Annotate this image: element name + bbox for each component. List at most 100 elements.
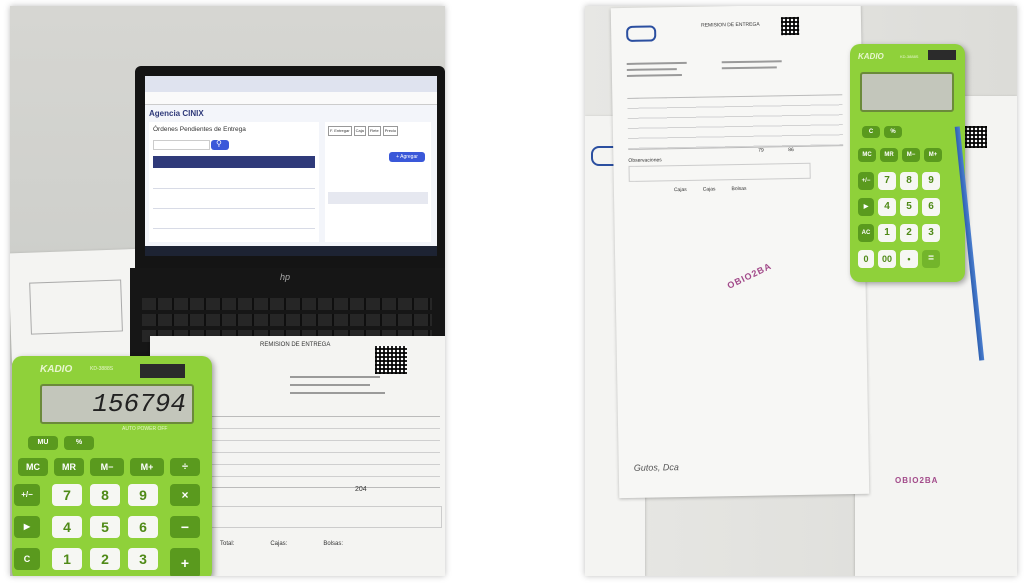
keyboard-row xyxy=(142,314,432,326)
key-m-minus[interactable]: M− xyxy=(90,458,124,476)
footer-fields: Cajas Cajas Bolsas xyxy=(674,186,747,193)
stamp: OBIO2BA xyxy=(895,476,939,485)
qr-code xyxy=(965,126,987,148)
key-clear[interactable]: C xyxy=(14,548,40,570)
app-title: Agencia CINIX xyxy=(149,109,204,118)
key-mc[interactable]: MC xyxy=(18,458,48,476)
add-button[interactable]: + Agregar xyxy=(389,152,425,162)
key-9[interactable]: 9 xyxy=(922,172,940,190)
key-ac[interactable]: AC xyxy=(858,224,874,242)
text-line xyxy=(290,376,380,378)
display-value: 156794 xyxy=(92,389,186,419)
stamp: OBIO2BA xyxy=(725,260,774,291)
observations-label: Observaciones xyxy=(628,157,662,164)
key-c[interactable]: C xyxy=(862,126,880,138)
remission-document: REMISION DE ENTREGA 79 86 Observaciones … xyxy=(610,6,870,499)
total-label: Total: xyxy=(220,541,235,547)
key-3[interactable]: 3 xyxy=(922,224,940,242)
browser-tabs xyxy=(145,76,437,92)
key-2[interactable]: 2 xyxy=(900,224,918,242)
key-sign[interactable]: +/− xyxy=(14,484,40,506)
table-header xyxy=(153,156,315,168)
laptop-lid: Agencia CINIX Órdenes Pendientes de Entr… xyxy=(135,66,445,271)
calculator-brand: KADIO xyxy=(858,52,884,61)
key-6[interactable]: 6 xyxy=(922,198,940,216)
search-button[interactable]: ⚲ xyxy=(211,139,229,150)
key-decimal[interactable]: • xyxy=(900,250,918,268)
key-plus[interactable]: + xyxy=(170,548,200,576)
key-7[interactable]: 7 xyxy=(52,484,82,506)
flete-button[interactable]: Flete xyxy=(367,126,381,136)
calculator-left: KADIO KD-3888S 156794 AUTO POWER OFF MU … xyxy=(12,356,212,576)
key-equals[interactable]: = xyxy=(922,250,940,268)
key-5[interactable]: 5 xyxy=(90,516,120,538)
key-percent[interactable]: % xyxy=(64,436,94,450)
key-6[interactable]: 6 xyxy=(128,516,158,538)
key-00[interactable]: 00 xyxy=(878,250,896,268)
laptop-screen: Agencia CINIX Órdenes Pendientes de Entr… xyxy=(145,76,437,256)
panel-title: Órdenes Pendientes de Entrega xyxy=(153,126,246,133)
key-multiply[interactable]: × xyxy=(170,484,200,506)
key-mr[interactable]: MR xyxy=(880,148,898,162)
key-mr[interactable]: MR xyxy=(54,458,84,476)
key-9[interactable]: 9 xyxy=(128,484,158,506)
key-m-minus[interactable]: M− xyxy=(902,148,920,162)
key-3[interactable]: 3 xyxy=(128,548,158,570)
text-line xyxy=(626,73,682,77)
text-line xyxy=(626,68,677,71)
key-percent[interactable]: % xyxy=(884,126,902,138)
taskbar xyxy=(145,246,437,256)
side-panel: F. Entregar Caja Flete Precio + Agregar xyxy=(325,122,431,242)
key-4[interactable]: 4 xyxy=(52,516,82,538)
key-m-plus[interactable]: M+ xyxy=(130,458,164,476)
key-0[interactable]: 0 xyxy=(858,250,874,268)
orders-panel: Órdenes Pendientes de Entrega ⚲ xyxy=(149,122,319,242)
key-mu[interactable]: MU xyxy=(28,436,58,450)
table-row[interactable] xyxy=(153,210,315,229)
calculator-display xyxy=(860,72,954,112)
browser-address-bar xyxy=(145,92,437,105)
search-icon: ⚲ xyxy=(216,139,222,148)
key-1[interactable]: 1 xyxy=(52,548,82,570)
precio-button[interactable]: Precio xyxy=(382,126,399,136)
entregar-button[interactable]: F. Entregar xyxy=(328,126,352,136)
key-5[interactable]: 5 xyxy=(900,198,918,216)
key-mc[interactable]: MC xyxy=(858,148,876,162)
left-photo: Agencia CINIX Órdenes Pendientes de Entr… xyxy=(10,6,445,576)
observations-box xyxy=(628,162,811,182)
key-8[interactable]: 8 xyxy=(900,172,918,190)
document-title: REMISION DE ENTREGA xyxy=(260,342,331,348)
observations-box xyxy=(210,506,442,528)
keyboard-row xyxy=(142,298,432,310)
key-1[interactable]: 1 xyxy=(878,224,896,242)
calculator-right: KADIO KD-3888S C % MC MR M− M+ +/− 7 8 9… xyxy=(850,44,965,282)
mode-label: AUTO POWER OFF xyxy=(122,426,168,432)
table-row[interactable] xyxy=(153,170,315,189)
cajas-label: Cajas xyxy=(673,186,687,194)
key-minus[interactable]: − xyxy=(170,516,200,538)
document-total: 204 xyxy=(355,486,367,493)
table-row[interactable] xyxy=(153,190,315,209)
text-line xyxy=(290,392,385,394)
key-sign[interactable]: +/− xyxy=(858,172,874,190)
key-8[interactable]: 8 xyxy=(90,484,120,506)
key-4[interactable]: 4 xyxy=(878,198,896,216)
key-divide[interactable]: ÷ xyxy=(170,458,200,476)
search-input[interactable] xyxy=(153,140,210,150)
side-table-header xyxy=(328,192,428,204)
bolsas-label: Bolsas: xyxy=(323,541,344,547)
text-line xyxy=(721,66,777,70)
bolsas-label: Bolsas xyxy=(731,185,747,193)
key-m-plus[interactable]: M+ xyxy=(924,148,942,162)
key-7[interactable]: 7 xyxy=(878,172,896,190)
calculator-display: 156794 xyxy=(40,384,194,424)
key-backspace[interactable]: ▶ xyxy=(14,516,40,538)
key-backspace[interactable]: ▶ xyxy=(858,198,874,216)
footer-fields: Total: Cajas: Bolsas: xyxy=(220,541,343,547)
solar-panel xyxy=(928,50,956,60)
key-2[interactable]: 2 xyxy=(90,548,120,570)
total-a: 79 xyxy=(758,147,764,154)
right-photo: OBIO2BA REMISION DE ENTREGA 79 86 Observ… xyxy=(585,6,1017,576)
text-line xyxy=(721,60,782,64)
caja-button[interactable]: Caja xyxy=(353,126,366,136)
